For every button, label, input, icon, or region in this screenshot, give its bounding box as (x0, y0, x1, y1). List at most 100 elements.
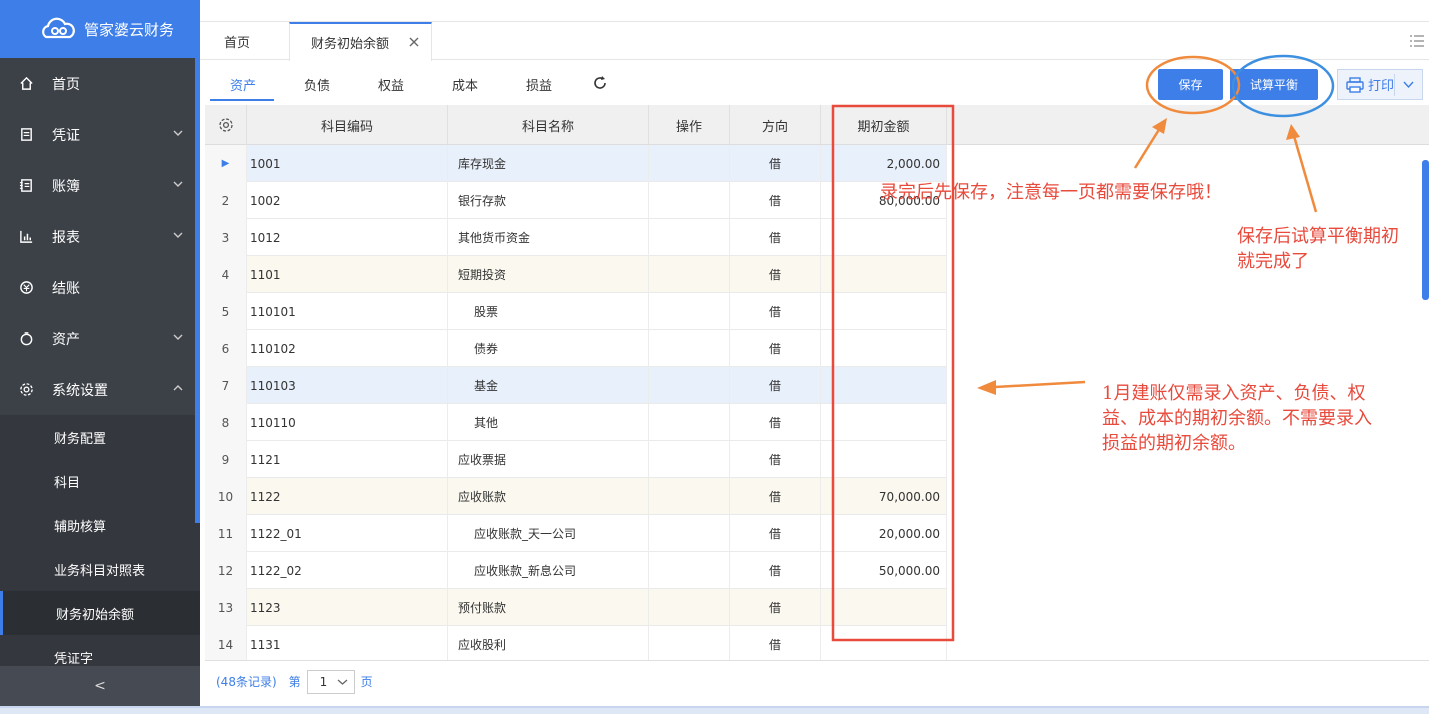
tab-profit-loss[interactable]: 损益 (526, 75, 552, 94)
row-number: 3 (205, 219, 247, 256)
app-logo[interactable]: 管家婆云财务 (0, 0, 200, 58)
action-cell[interactable] (649, 515, 730, 552)
table-row[interactable]: 9 1121 应收票据 借 (205, 441, 947, 478)
action-cell[interactable] (649, 552, 730, 589)
column-settings[interactable] (205, 105, 247, 145)
action-cell[interactable] (649, 626, 730, 660)
sidebar-item-settings[interactable]: 系统设置 (0, 364, 200, 415)
table-row[interactable]: 6 110102 债券 借 (205, 330, 947, 367)
account-code-cell: 1101 (247, 256, 448, 293)
table-row[interactable]: 2 1002 银行存款借 80,000.00 (205, 182, 947, 219)
opening-amount-input[interactable]: 2,000.00 (821, 145, 947, 182)
top-bar (200, 0, 1429, 22)
sidebar-item-ledger[interactable]: 账簿 (0, 160, 200, 211)
opening-amount-input[interactable]: 50,000.00 (821, 552, 947, 589)
row-number: 6 (205, 330, 247, 367)
table-row[interactable]: 7 110103 基金 借 (205, 367, 947, 404)
row-number: 7 (205, 367, 247, 404)
direction-cell: 借 (730, 441, 821, 478)
sidebar: 管家婆云财务 首页 凭证 账簿 报表 结账 资产 系统设置 财务配置 科目 辅助… (0, 0, 200, 714)
table-row[interactable]: 8 110110 其他 借 (205, 404, 947, 441)
direction-cell: 借 (730, 330, 821, 367)
opening-amount-input[interactable]: 20,000.00 (821, 515, 947, 552)
close-icon[interactable] (407, 35, 421, 49)
row-number: 4 (205, 256, 247, 293)
sidebar-item-close-period[interactable]: 结账 (0, 262, 200, 313)
table-row[interactable]: 4 1101 短期投资 借 (205, 256, 947, 293)
scrollbar-thumb[interactable] (1422, 160, 1429, 300)
trial-balance-button[interactable]: 试算平衡 (1230, 69, 1318, 100)
table-row[interactable]: 12 1122_02 应收账款_新息公司 借 50,000.00 (205, 552, 947, 589)
opening-amount-input[interactable] (821, 219, 947, 256)
table-row[interactable]: 13 1123 预付账款 借 (205, 589, 947, 626)
sidebar-item-home[interactable]: 首页 (0, 58, 200, 109)
sidebar-item-asset[interactable]: 资产 (0, 313, 200, 364)
table-row[interactable]: 14 1131 应收股利 借 (205, 626, 947, 660)
print-button[interactable]: 打印 (1337, 69, 1423, 100)
sidebar-scrollbar[interactable] (195, 58, 200, 523)
column-header-action: 操作 (649, 105, 730, 145)
opening-amount-input[interactable] (821, 626, 947, 660)
cloud-logo-icon (42, 17, 75, 39)
tab-opening-balance[interactable]: 财务初始余额 (289, 22, 432, 61)
annotation-scope-note-2: 益、成本的期初余额。不需要录入 (1102, 408, 1372, 429)
page-select[interactable]: 1 (306, 669, 355, 694)
action-cell[interactable] (649, 404, 730, 441)
sidebar-collapse-button[interactable]: < (0, 666, 200, 706)
annotation-scope-note-3: 损益的期初余额。 (1102, 433, 1246, 454)
opening-amount-input[interactable] (821, 330, 947, 367)
sidebar-sub-item-finance-config[interactable]: 财务配置 (0, 415, 200, 459)
action-cell[interactable] (649, 441, 730, 478)
tab-home[interactable]: 首页 (224, 22, 250, 60)
direction-cell: 借 (730, 182, 821, 219)
page-tabs: 首页 财务初始余额 (200, 22, 1429, 61)
table-scrollbar[interactable] (1422, 150, 1429, 650)
account-name-cell: 基金 (448, 367, 649, 404)
action-cell[interactable] (649, 330, 730, 367)
tab-equity[interactable]: 权益 (378, 75, 404, 94)
direction-cell: 借 (730, 367, 821, 404)
refresh-icon[interactable] (592, 75, 608, 91)
table-row[interactable]: 3 1012 其他货币资金 借 (205, 219, 947, 256)
opening-amount-input[interactable] (821, 256, 947, 293)
action-cell[interactable] (649, 478, 730, 515)
account-name-cell: 应收账款 (448, 478, 649, 515)
chevron-down-icon[interactable] (1402, 79, 1415, 91)
direction-cell: 借 (730, 219, 821, 256)
action-cell[interactable] (649, 182, 730, 219)
sidebar-sub-item-accounts[interactable]: 科目 (0, 459, 200, 503)
opening-amount-input[interactable] (821, 589, 947, 626)
direction-cell: 借 (730, 293, 821, 330)
account-name-cell: 应收账款_新息公司 (448, 552, 649, 589)
list-menu-icon[interactable] (1409, 34, 1425, 48)
action-cell[interactable] (649, 293, 730, 330)
tab-cost[interactable]: 成本 (452, 75, 478, 94)
tab-assets[interactable]: 资产 (230, 75, 256, 94)
sidebar-sub-item-auxiliary[interactable]: 辅助核算 (0, 503, 200, 547)
opening-amount-input[interactable] (821, 367, 947, 404)
table-row[interactable]: 5 110101 股票 借 (205, 293, 947, 330)
sidebar-item-report[interactable]: 报表 (0, 211, 200, 262)
sidebar-sub-item-mapping[interactable]: 业务科目对照表 (0, 547, 200, 591)
opening-amount-input[interactable]: 70,000.00 (821, 478, 947, 515)
row-number: 14 (205, 626, 247, 660)
save-button[interactable]: 保存 (1158, 69, 1223, 100)
action-cell[interactable] (649, 367, 730, 404)
tab-liabilities[interactable]: 负债 (304, 75, 330, 94)
action-cell[interactable] (649, 256, 730, 293)
sidebar-sub-item-opening-balance[interactable]: 财务初始余额 (0, 591, 200, 635)
action-cell[interactable] (649, 589, 730, 626)
action-cell[interactable] (649, 145, 730, 182)
ledger-icon (18, 178, 34, 194)
opening-amount-input[interactable] (821, 293, 947, 330)
table-row[interactable]: 10 1122 应收账款 借 70,000.00 (205, 478, 947, 515)
action-cell[interactable] (649, 219, 730, 256)
chevron-down-icon (173, 232, 183, 238)
opening-amount-input[interactable] (821, 404, 947, 441)
table-row[interactable]: 11 1122_01 应收账款_天一公司 借 20,000.00 (205, 515, 947, 552)
table-row[interactable]: ▶ 1001 库存现金 借 2,000.00 (205, 145, 947, 182)
sidebar-item-label: 凭证 (52, 127, 80, 144)
opening-amount-input[interactable] (821, 441, 947, 478)
row-number: ▶ (205, 145, 247, 182)
sidebar-item-voucher[interactable]: 凭证 (0, 109, 200, 160)
